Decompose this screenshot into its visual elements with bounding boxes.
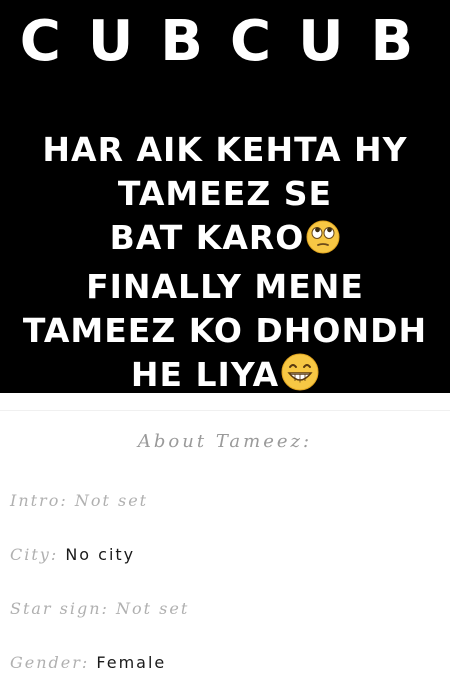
cover-title: CUBCUB <box>19 9 441 74</box>
gender-label: Gender: <box>10 653 90 672</box>
star-sign-label: Star sign: <box>10 599 109 618</box>
grinning-emoji-icon <box>281 353 319 393</box>
intro-row: Intro: Not set <box>10 491 148 510</box>
cover-line: TAMEEZ SE <box>117 174 333 213</box>
cover-text: HAR AIK KEHTA HY TAMEEZ SE BAT KARO FINA… <box>0 128 450 393</box>
gender-value: Female <box>96 653 167 672</box>
star-sign-value: Not set <box>116 599 190 618</box>
city-label: City: <box>10 545 59 564</box>
cover-line: TAMEEZ KO DHONDH <box>22 311 428 350</box>
about-section: About Tameez: Intro: Not set City: No ci… <box>0 413 450 686</box>
cover-line: HE LIYA <box>0 353 450 393</box>
intro-label: Intro: <box>10 491 68 510</box>
gender-row: Gender: Female <box>10 653 166 672</box>
intro-value: Not set <box>74 491 149 510</box>
cover-line: HAR AIK KEHTA HY <box>42 130 408 169</box>
eye-roll-emoji-icon <box>306 220 340 265</box>
cover-image: CUBCUB HAR AIK KEHTA HY TAMEEZ SE BAT KA… <box>0 0 450 393</box>
cover-line: FINALLY MENE <box>86 267 364 306</box>
section-divider <box>0 410 450 411</box>
about-title: About Tameez: <box>137 431 313 452</box>
cover-line: BAT KARO <box>0 216 450 265</box>
city-row: City: No city <box>10 545 135 564</box>
star-sign-row: Star sign: Not set <box>10 599 189 618</box>
city-value: No city <box>65 545 136 564</box>
